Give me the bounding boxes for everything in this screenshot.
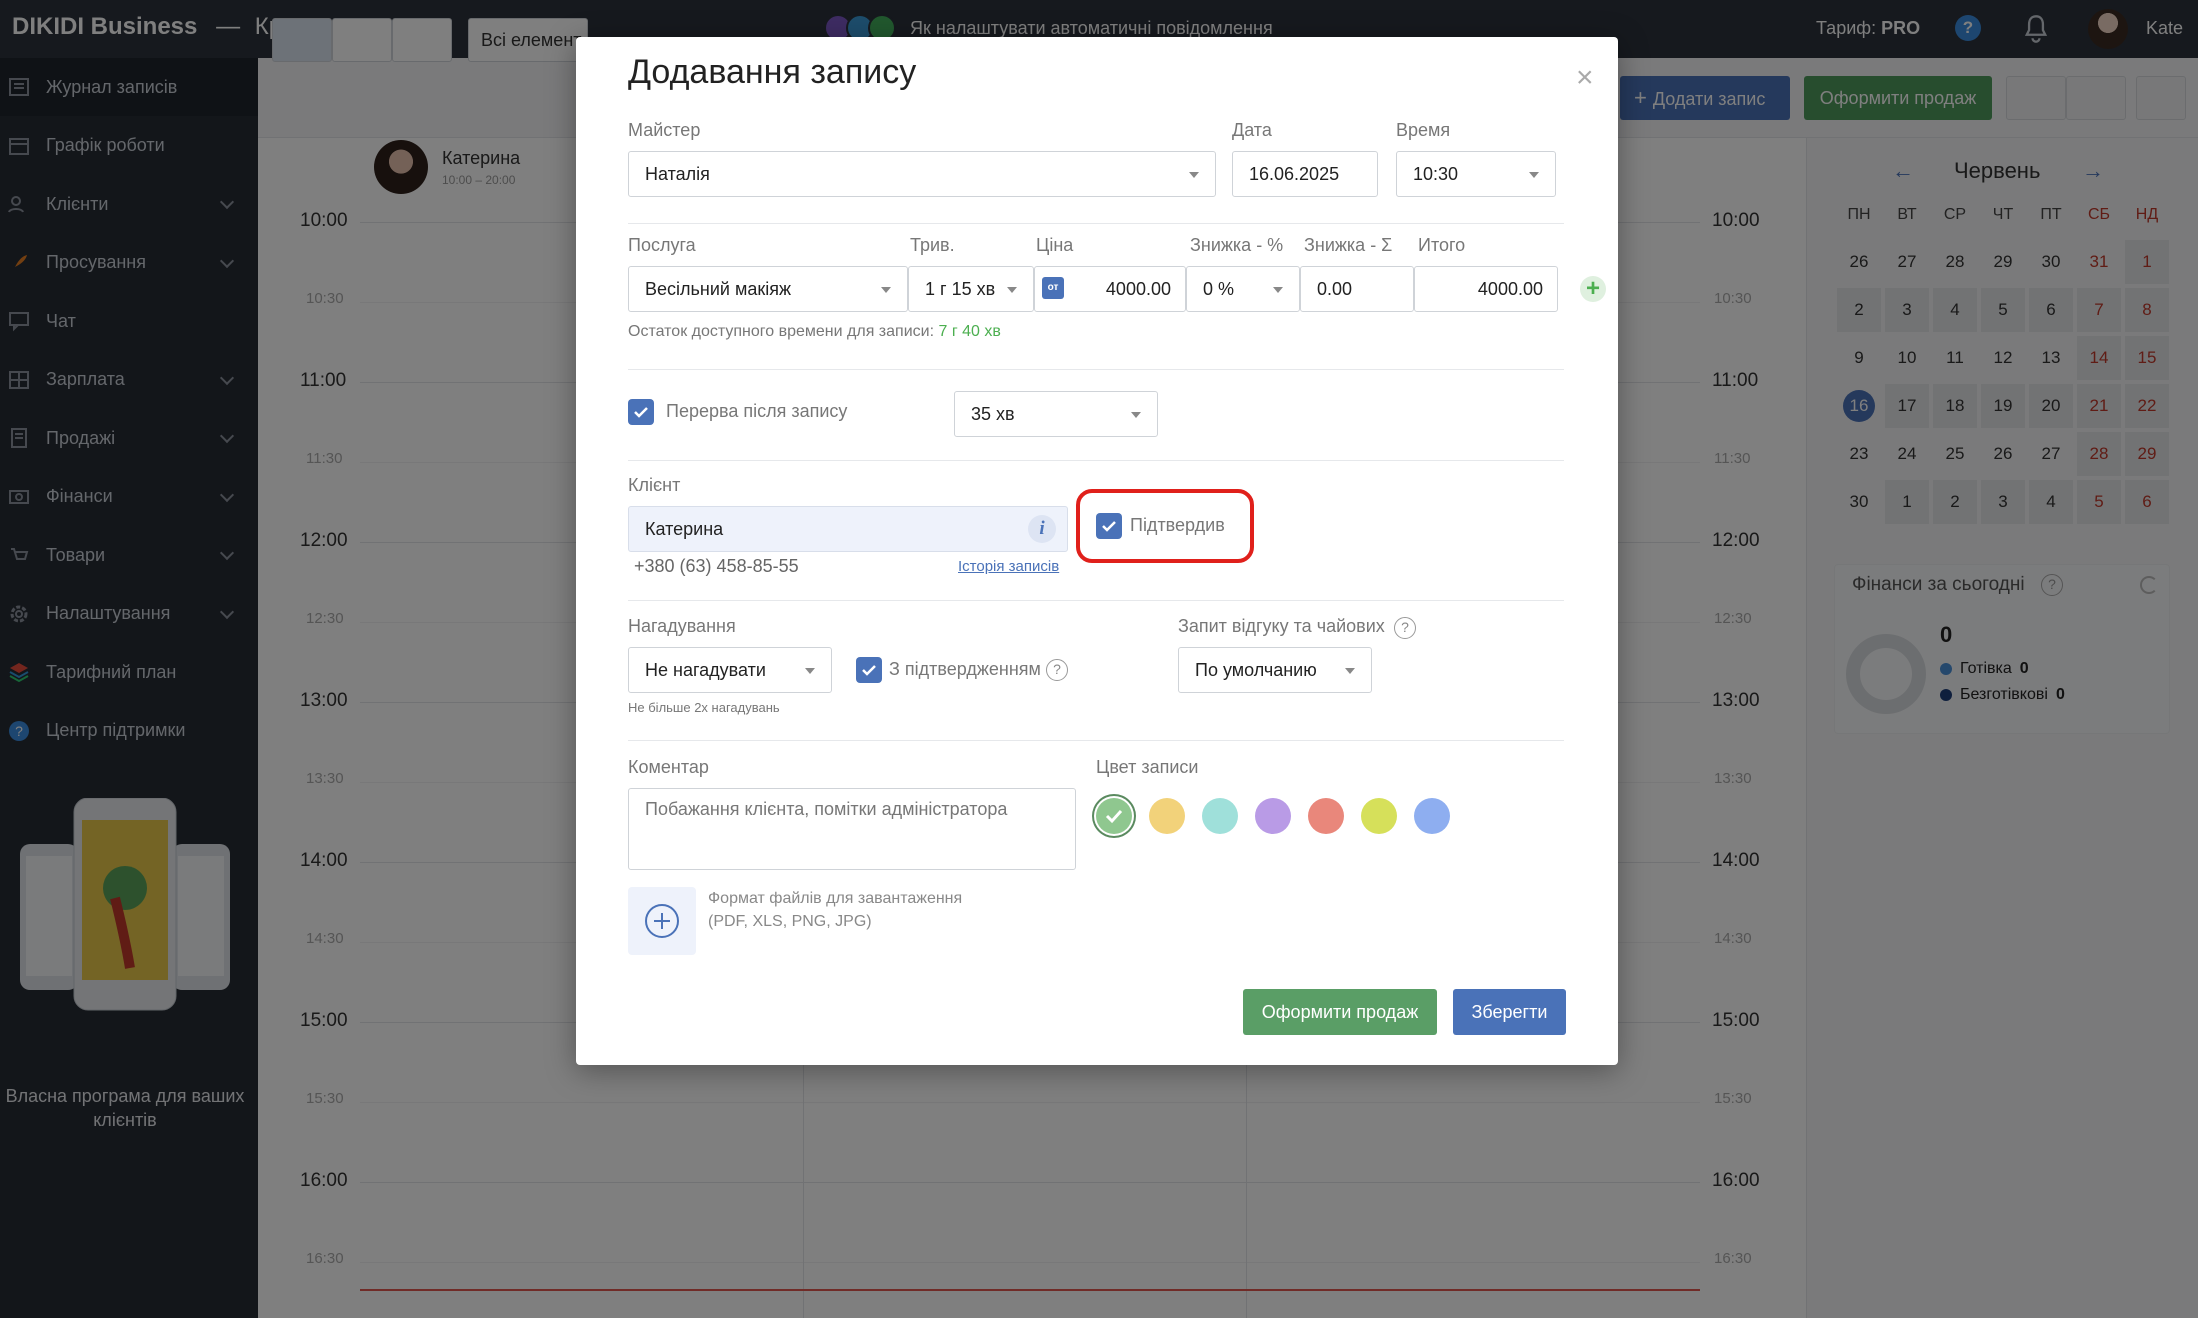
break-value: 35 хв [971, 404, 1015, 424]
discount-sum-field[interactable]: 0.00 [1300, 266, 1414, 312]
time-value: 10:30 [1413, 164, 1459, 184]
upload-format-note: Формат файлів для завантаження (PDF, XLS… [708, 890, 963, 930]
with-confirmation-checkbox[interactable] [856, 657, 882, 683]
divider [628, 460, 1564, 461]
chevron-down-icon [1189, 172, 1199, 178]
client-phone: +380 (63) 458-85-55 [634, 556, 799, 576]
check-icon [862, 665, 876, 676]
check-icon [1102, 521, 1116, 532]
feedback-help-icon[interactable]: ? [1394, 617, 1416, 639]
feedback-select[interactable]: По умолчанию [1178, 647, 1372, 693]
color-swatch-3[interactable] [1202, 798, 1238, 834]
service-select[interactable]: Весільний макіяж [628, 266, 908, 312]
make-sale-button[interactable]: Оформити продаж [1243, 989, 1437, 1035]
color-swatch-5[interactable] [1308, 798, 1344, 834]
remaining-time-value: 7 г 40 хв [938, 323, 1001, 340]
color-label: Цвет записи [1096, 757, 1199, 777]
time-select[interactable]: 10:30 [1396, 151, 1556, 197]
reminder-value: Не нагадувати [645, 660, 766, 680]
break-checkbox[interactable] [628, 399, 654, 425]
check-icon [634, 407, 648, 418]
break-select[interactable]: 35 хв [954, 391, 1158, 437]
discount-percent-value: 0 % [1203, 279, 1235, 299]
client-field[interactable]: Катерина [628, 506, 1068, 552]
color-swatch-4[interactable] [1255, 798, 1291, 834]
discount-percent-label: Знижка - % [1190, 235, 1284, 255]
reminder-label: Нагадування [628, 616, 736, 636]
color-swatch-6[interactable] [1361, 798, 1397, 834]
total-label: Итого [1418, 235, 1466, 255]
feedback-value: По умолчанию [1195, 660, 1317, 680]
divider [628, 740, 1564, 741]
close-icon[interactable]: × [1576, 63, 1594, 93]
discount-percent-select[interactable]: 0 % [1186, 266, 1300, 312]
divider [628, 600, 1564, 601]
total-field[interactable]: 4000.00 [1414, 266, 1558, 312]
color-swatch-2[interactable] [1149, 798, 1185, 834]
chevron-down-icon [1273, 287, 1283, 293]
confirmed-label[interactable]: Підтвердив [1130, 515, 1225, 536]
save-button[interactable]: Зберегти [1453, 989, 1566, 1035]
duration-label: Трив. [910, 235, 955, 255]
date-field[interactable]: 16.06.2025 [1232, 151, 1378, 197]
chevron-down-icon [881, 287, 891, 293]
master-value: Наталія [645, 164, 710, 184]
price-from-badge[interactable]: от [1042, 277, 1064, 299]
time-label: Время [1396, 120, 1451, 140]
remaining-time-text: Остаток доступного времени для записи: [628, 323, 935, 340]
duration-select[interactable]: 1 г 15 хв [908, 266, 1034, 312]
discount-sum-label: Знижка - Σ [1304, 235, 1393, 255]
upload-button[interactable] [628, 887, 696, 955]
reminder-note: Не більше 2х нагадувань [628, 700, 780, 715]
client-label: Клієнт [628, 475, 681, 495]
add-record-modal: Додавання запису × Майстер Наталія Дата … [576, 37, 1618, 1065]
color-swatch-1[interactable] [1096, 798, 1132, 834]
chevron-down-icon [1529, 172, 1539, 178]
check-icon [1105, 809, 1123, 824]
chevron-down-icon [1007, 287, 1017, 293]
confirmed-checkbox[interactable] [1096, 513, 1122, 539]
chevron-down-icon [1131, 412, 1141, 418]
comment-label: Коментар [628, 757, 709, 777]
divider [628, 369, 1564, 370]
with-confirmation-help-icon[interactable]: ? [1046, 659, 1068, 681]
price-label: Ціна [1036, 235, 1074, 255]
date-label: Дата [1232, 120, 1272, 140]
break-label[interactable]: Перерва після запису [666, 401, 847, 422]
modal-title: Додавання запису [628, 53, 917, 91]
reminder-select[interactable]: Не нагадувати [628, 647, 832, 693]
history-link[interactable]: Історія записів [958, 558, 1059, 575]
service-label: Послуга [628, 235, 696, 255]
master-label: Майстер [628, 120, 701, 140]
chevron-down-icon [805, 668, 815, 674]
color-swatch-7[interactable] [1414, 798, 1450, 834]
plus-circle-icon [645, 904, 679, 938]
add-service-icon[interactable]: + [1580, 276, 1606, 302]
master-select[interactable]: Наталія [628, 151, 1216, 197]
with-confirmation-label[interactable]: З підтвердженням [889, 659, 1041, 680]
duration-value: 1 г 15 хв [925, 279, 996, 299]
service-value: Весільний макіяж [645, 279, 791, 299]
feedback-label: Запит відгуку та чайових [1178, 616, 1385, 636]
client-info-icon[interactable]: i [1028, 515, 1056, 543]
remaining-time-note: Остаток доступного времени для записи: 7… [628, 323, 1001, 341]
divider [628, 223, 1564, 224]
chevron-down-icon [1345, 668, 1355, 674]
comment-field[interactable]: Побажання клієнта, помітки адміністратор… [628, 788, 1076, 870]
